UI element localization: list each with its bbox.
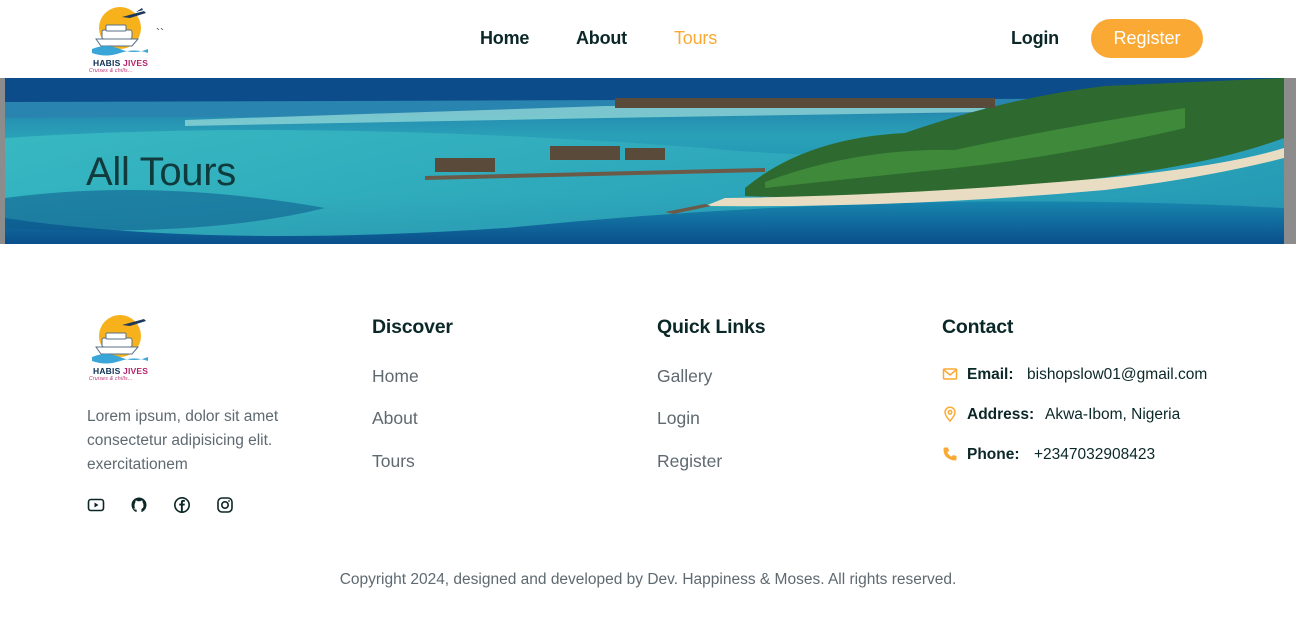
copyright-text: Copyright 2024, designed and developed b… (339, 571, 957, 588)
quick-links-heading: Quick Links (657, 316, 766, 338)
logo-sun-ship-icon (92, 7, 148, 56)
logo-tagline: Cruises & chills... (89, 376, 134, 382)
nav-tours-link[interactable]: Tours (674, 28, 717, 49)
footer-brand-logo[interactable]: HABIS JIVES Cruises & chills... (86, 314, 162, 386)
footer-link-gallery[interactable]: Gallery (657, 366, 712, 387)
address-value: Akwa-Ibom, Nigeria (1045, 406, 1181, 423)
footer-link-register[interactable]: Register (657, 451, 722, 472)
footer-link-about[interactable]: About (372, 408, 418, 429)
logo-wordmark: HABIS JIVES (93, 58, 149, 68)
logo-tagline: Cruises & chills... (89, 68, 134, 74)
logo-sun-ship-icon (92, 315, 148, 364)
instagram-icon[interactable] (216, 496, 234, 514)
footer-quick-links-column: Quick Links Gallery Login Register (657, 316, 766, 471)
github-icon[interactable] (130, 496, 148, 514)
footer-link-tours[interactable]: Tours (372, 451, 415, 472)
contact-heading: Contact (942, 316, 1014, 338)
login-button[interactable]: Login (1011, 28, 1059, 49)
footer-contact-column: Contact Email: bishopslow01@gmail.com Ad… (942, 316, 1207, 463)
footer-link-home[interactable]: Home (372, 366, 419, 387)
footer-link-login[interactable]: Login (657, 408, 700, 429)
phone-value[interactable]: +2347032908423 (1034, 446, 1155, 464)
nav-home-link[interactable]: Home (480, 28, 529, 49)
page-title: All Tours (86, 150, 236, 194)
brand-logo[interactable]: HABIS JIVES Cruises & chills... (86, 6, 162, 74)
phone-label: Phone: (967, 446, 1020, 463)
youtube-icon[interactable] (87, 496, 105, 514)
facebook-icon[interactable] (173, 496, 191, 514)
nav-about-link[interactable]: About (576, 28, 627, 49)
logo-stray-text: `` (156, 26, 164, 40)
logo-wordmark: HABIS JIVES (93, 366, 149, 376)
footer-about-text: Lorem ipsum, dolor sit amet consectetur … (87, 408, 279, 473)
email-label: Email: (967, 366, 1014, 383)
footer-discover-column: Discover Home About Tours (372, 316, 453, 471)
address-label: Address: (967, 406, 1035, 423)
email-value[interactable]: bishopslow01@gmail.com (1027, 366, 1207, 384)
mail-icon (942, 368, 958, 380)
register-button[interactable]: Register (1091, 19, 1203, 58)
phone-icon (943, 447, 957, 461)
hero-banner: All Tours (0, 78, 1296, 244)
map-pin-icon (944, 406, 956, 422)
site-header: HABIS JIVES Cruises & chills... `` Home … (0, 0, 1296, 78)
discover-heading: Discover (372, 316, 453, 338)
